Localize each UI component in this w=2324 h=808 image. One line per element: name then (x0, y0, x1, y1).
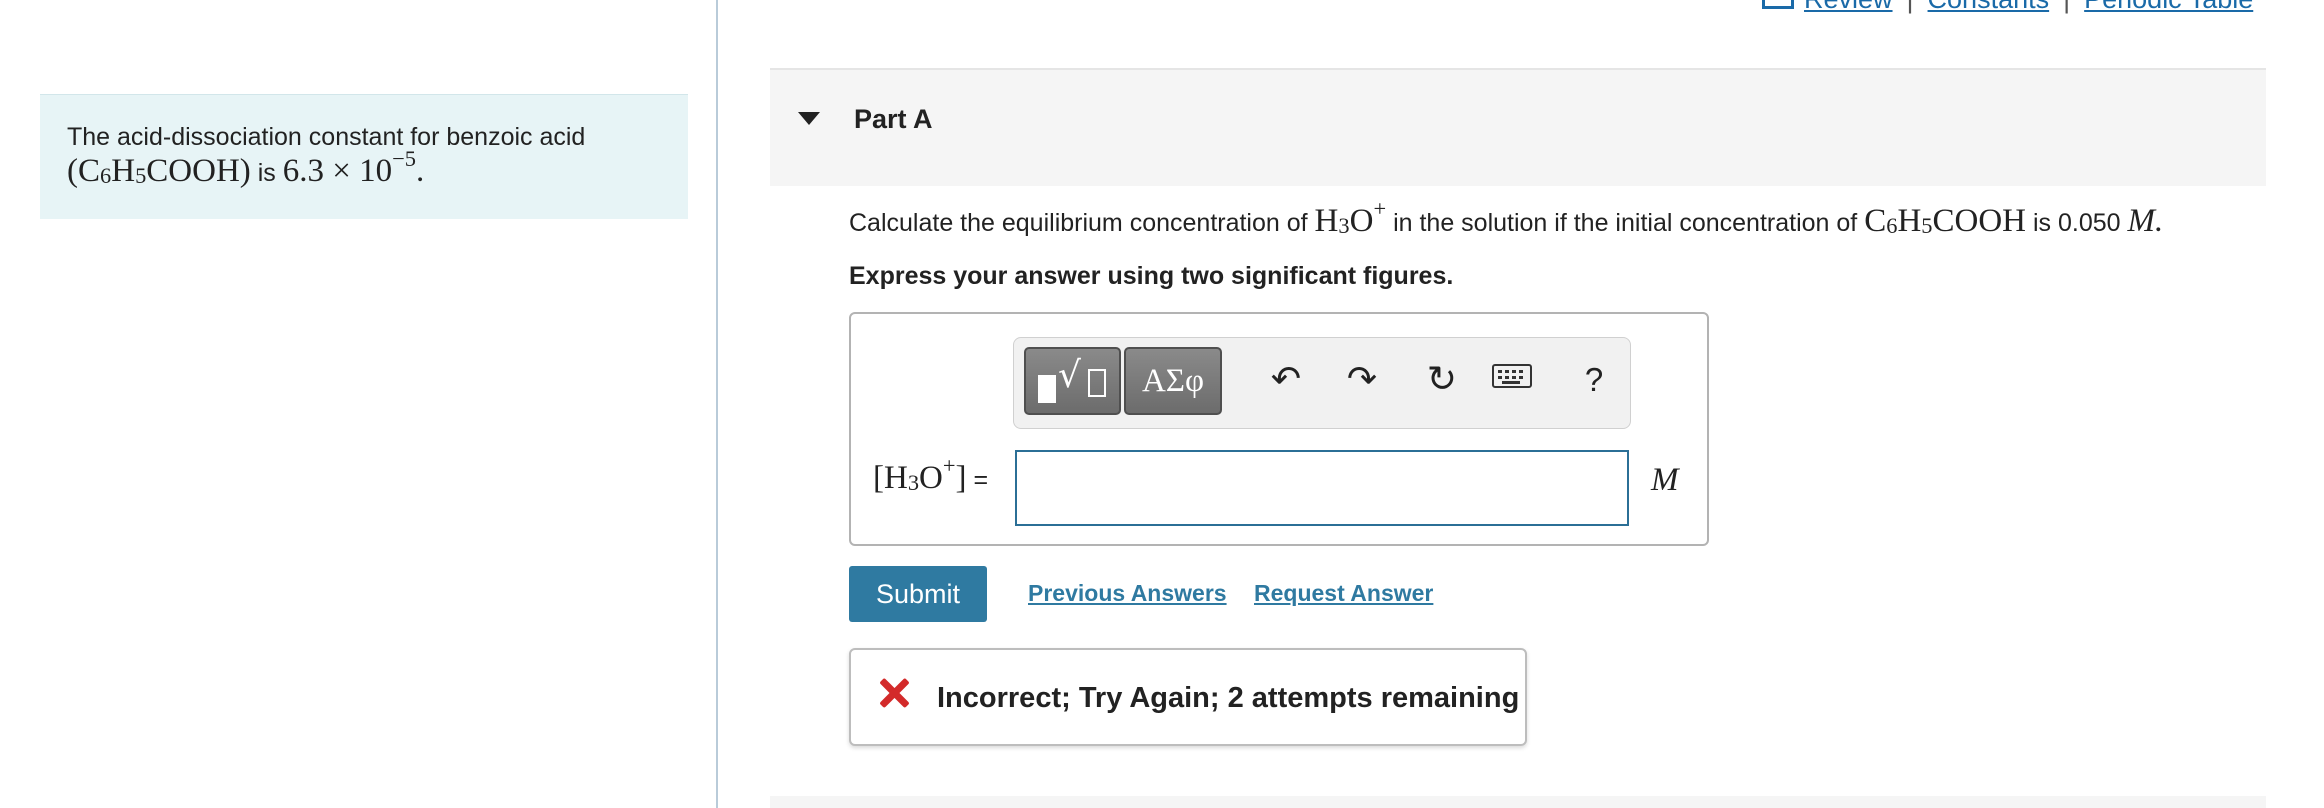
greek-symbols-button[interactable]: ΑΣφ (1124, 347, 1222, 415)
ka-value: 6.3 × 10−5. (282, 145, 425, 189)
templates-button[interactable]: √ (1024, 347, 1121, 415)
radical-icon: √ (1058, 355, 1081, 396)
periodic-table-link[interactable]: Periodic Table (2084, 0, 2253, 14)
incorrect-x-icon (879, 677, 909, 707)
answer-unit: M (1651, 462, 1679, 498)
redo-icon[interactable]: ↷ (1340, 358, 1384, 402)
next-part-bar (770, 796, 2266, 808)
answer-label: [H3O+] = (873, 452, 989, 496)
intro-panel: The acid-dissociation constant for benzo… (40, 94, 688, 219)
constants-link[interactable]: Constants (1928, 0, 2050, 14)
answer-species: [H3O+] (873, 452, 967, 496)
help-button[interactable]: ? (1572, 358, 1616, 402)
template-block-icon (1038, 375, 1056, 403)
column-divider (716, 0, 718, 808)
review-icon (1762, 0, 1794, 10)
top-links: Review|Constants|Periodic Table (1762, 0, 2253, 15)
feedback-text: Incorrect; Try Again; 2 attempts remaini… (937, 682, 1520, 714)
feedback-box: Incorrect; Try Again; 2 attempts remaini… (849, 648, 1527, 746)
question-text: Calculate the equilibrium concentration … (849, 195, 2164, 239)
reset-icon[interactable]: ↻ (1420, 358, 1464, 402)
acid-formula: C6H5COOH (1864, 203, 2027, 239)
undo-icon[interactable]: ↶ (1264, 358, 1308, 402)
instruction: Express your answer using two significan… (849, 262, 1454, 290)
answer-input[interactable] (1015, 450, 1629, 526)
benzoic-acid-formula: (C6H5COOH) (67, 153, 251, 189)
keyboard-icon[interactable] (1492, 364, 1532, 388)
template-box-icon (1088, 369, 1106, 397)
intro-text: The acid-dissociation constant for benzo… (67, 123, 586, 151)
intro-formula-line: (C6H5COOH) is 6.3 × 10−5. (67, 145, 425, 189)
answer-box: √ ΑΣφ ↶ ↷ ↻ ? [H3O+] = M (849, 312, 1709, 546)
part-title: Part A (854, 104, 933, 134)
previous-answers-link[interactable]: Previous Answers (1028, 580, 1227, 607)
review-link[interactable]: Review (1804, 0, 1893, 14)
part-a-header[interactable]: Part A (770, 68, 2266, 186)
request-answer-link[interactable]: Request Answer (1254, 580, 1433, 607)
hydronium-formula: H3O+ (1314, 195, 1387, 239)
molar-unit: M. (2127, 203, 2164, 239)
caret-down-icon[interactable] (798, 112, 820, 125)
math-toolbar: √ ΑΣφ ↶ ↷ ↻ ? (1013, 337, 1631, 429)
submit-button[interactable]: Submit (849, 566, 987, 622)
